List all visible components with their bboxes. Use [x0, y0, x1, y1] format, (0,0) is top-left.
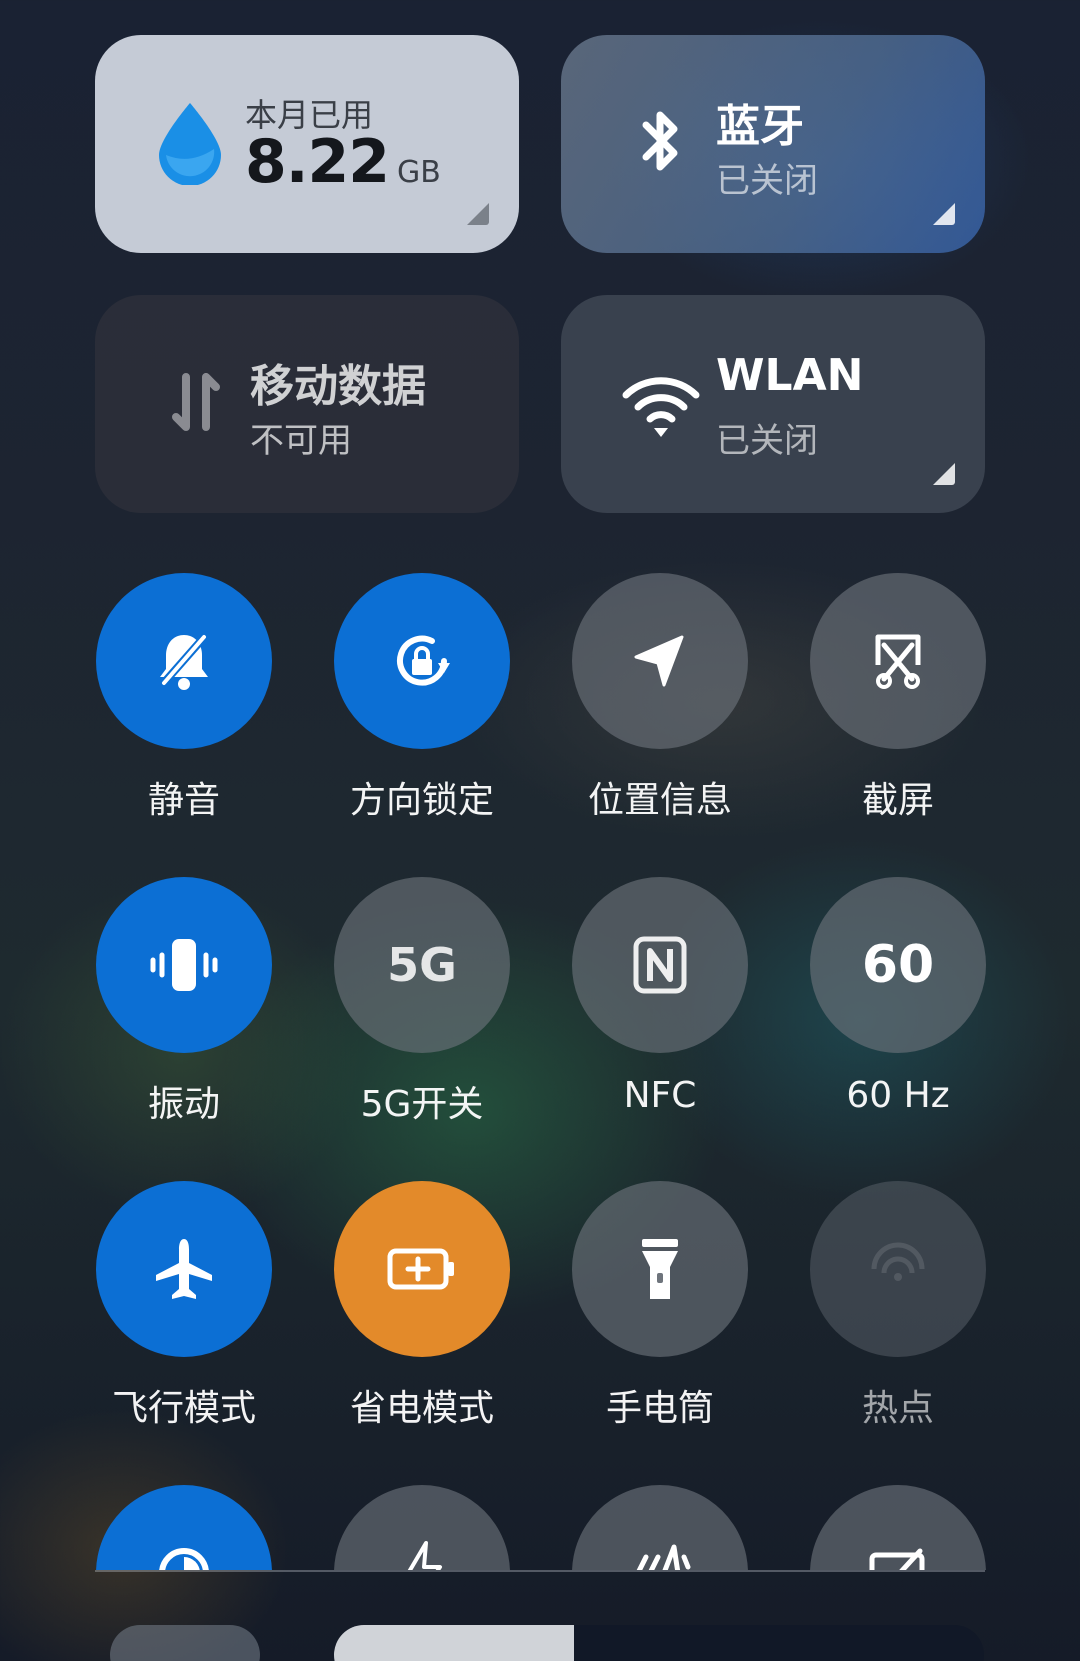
toggle-refresh-rate[interactable]: 60 60 Hz	[804, 877, 1004, 1127]
data-usage-value: 8.22 GB	[245, 127, 441, 197]
data-arrows-icon	[150, 357, 240, 447]
toggle-5g[interactable]: 5G 5G开关	[328, 877, 528, 1127]
water-drop-icon	[145, 95, 235, 186]
bell-off-icon	[158, 631, 210, 690]
mobile-data-card[interactable]: 移动数据 不可用	[95, 295, 519, 513]
expand-corner-icon	[467, 203, 489, 225]
mobile-data-status: 不可用	[250, 421, 352, 461]
wlan-status: 已关闭	[716, 421, 818, 461]
toggle-label: 手电筒	[605, 1388, 714, 1429]
hotspot-button[interactable]	[810, 1181, 986, 1357]
toggle-label: 热点	[861, 1388, 934, 1429]
hotspot-icon	[871, 1242, 925, 1281]
wifi-icon	[616, 357, 706, 447]
toggle-flashlight[interactable]: 手电筒	[566, 1181, 766, 1431]
partial-toggle-button[interactable]	[334, 1485, 510, 1570]
partial-toggle-row	[0, 1480, 1080, 1570]
toggle-label: 省电模式	[349, 1388, 494, 1429]
edit-screen-icon	[869, 1548, 925, 1570]
flashlight-icon	[642, 1239, 678, 1299]
battery-saver-icon	[387, 1248, 454, 1290]
toggle-screenshot[interactable]: 截屏	[804, 573, 1004, 823]
energy-icon	[407, 1541, 442, 1570]
toggle-label: NFC	[623, 1075, 697, 1116]
dark-mode-icon	[159, 1548, 209, 1570]
expand-corner-icon	[933, 203, 955, 225]
brightness-slider-fill	[334, 1625, 574, 1661]
partial-toggle-button[interactable]	[572, 1485, 748, 1570]
data-usage-card[interactable]: 本月已用 8.22 GB	[95, 35, 519, 253]
toggle-silent[interactable]: 静音	[90, 573, 290, 823]
toggle-hotspot[interactable]: 热点	[804, 1181, 1004, 1431]
toggle-label: 飞行模式	[111, 1388, 256, 1429]
toggle-battery-saver[interactable]: 省电模式	[328, 1181, 528, 1431]
toggle-label: 方向锁定	[349, 780, 494, 821]
bluetooth-icon	[616, 97, 706, 187]
refresh-rate-button[interactable]: 60	[810, 877, 986, 1053]
airplane-button[interactable]	[96, 1181, 272, 1357]
partial-toggle-button[interactable]	[96, 1485, 272, 1570]
wlan-title: WLAN	[716, 350, 864, 401]
nfc-icon	[633, 936, 687, 994]
wlan-card[interactable]: WLAN 已关闭	[561, 295, 985, 513]
toggle-nfc[interactable]: NFC	[566, 877, 766, 1127]
toggle-airplane[interactable]: 飞行模式	[90, 1181, 290, 1431]
screenshot-icon	[875, 634, 921, 689]
data-usage-unit: GB	[397, 155, 441, 190]
location-arrow-icon	[634, 635, 684, 687]
rotation-lock-icon	[397, 635, 450, 686]
bluetooth-status: 已关闭	[716, 161, 818, 201]
brightness-slider[interactable]	[334, 1625, 984, 1661]
bluetooth-card[interactable]: 蓝牙 已关闭	[561, 35, 985, 253]
mobile-data-title: 移动数据	[250, 361, 426, 412]
toggle-label: 振动	[147, 1084, 220, 1125]
toggle-label: 静音	[147, 780, 220, 821]
toggle-vibrate[interactable]: 振动	[90, 877, 290, 1127]
flashlight-button[interactable]	[572, 1181, 748, 1357]
5g-icon: 5G	[387, 938, 457, 992]
brightness-control-partial[interactable]	[110, 1625, 260, 1661]
panel-divider	[95, 1570, 985, 1572]
battery-saver-button[interactable]	[334, 1181, 510, 1357]
toggle-label: 60 Hz	[846, 1075, 950, 1116]
location-button[interactable]	[572, 573, 748, 749]
screenshot-button[interactable]	[810, 573, 986, 749]
signal-icon	[636, 1544, 691, 1570]
toggle-label: 位置信息	[587, 780, 732, 821]
silent-button[interactable]	[96, 573, 272, 749]
vibrate-icon	[150, 939, 218, 991]
5g-button[interactable]: 5G	[334, 877, 510, 1053]
refresh-rate-icon: 60	[861, 935, 935, 995]
toggle-label: 截屏	[861, 780, 934, 821]
expand-corner-icon	[933, 463, 955, 485]
toggle-label: 5G开关	[360, 1084, 484, 1125]
toggle-rotation-lock[interactable]: 方向锁定	[328, 573, 528, 823]
rotation-lock-button[interactable]	[334, 573, 510, 749]
toggle-location[interactable]: 位置信息	[566, 573, 766, 823]
airplane-icon	[156, 1239, 212, 1299]
bluetooth-title: 蓝牙	[716, 101, 804, 152]
partial-toggle-button[interactable]	[810, 1485, 986, 1570]
nfc-button[interactable]	[572, 877, 748, 1053]
vibrate-button[interactable]	[96, 877, 272, 1053]
